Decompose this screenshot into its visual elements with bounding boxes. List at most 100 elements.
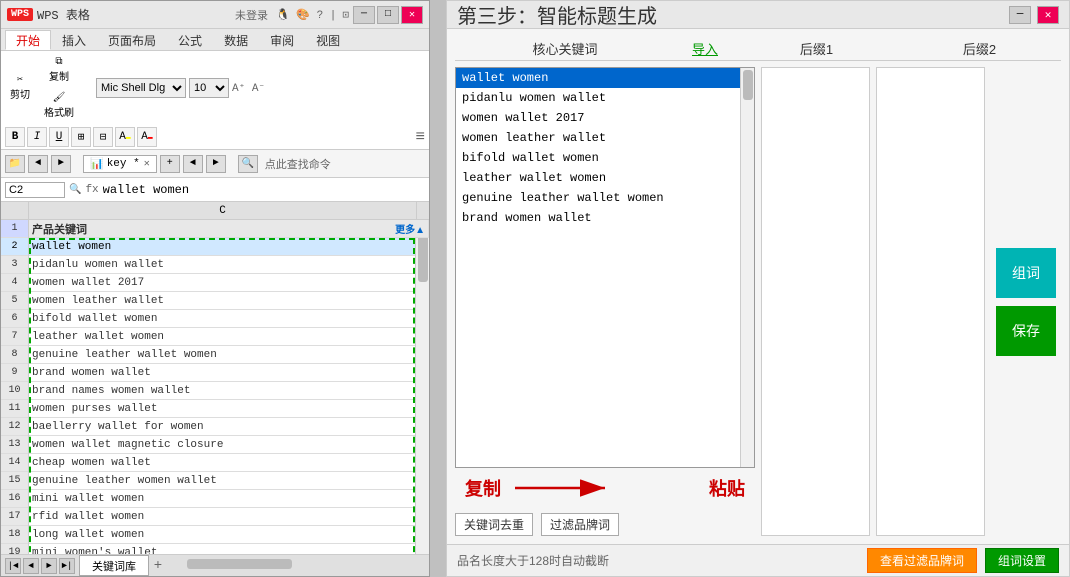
sheet-tab-keywords[interactable]: 关键词库 (79, 555, 149, 576)
data-cell-17[interactable]: rfid wallet women (29, 508, 429, 525)
data-cell-4[interactable]: women wallet 2017 (29, 274, 429, 291)
data-cell-14[interactable]: cheap women wallet (29, 454, 429, 471)
keyword-scrollbar[interactable] (740, 68, 754, 467)
right-minimize-button[interactable]: ─ (1009, 6, 1031, 24)
list-item[interactable]: bifold wallet women (456, 148, 754, 168)
data-cell-13[interactable]: women wallet magnetic closure (29, 436, 429, 453)
add-sheet-btn[interactable]: + (149, 557, 167, 575)
data-cell-12[interactable]: baellerry wallet for women (29, 418, 429, 435)
list-item[interactable]: pidanlu women wallet (456, 88, 754, 108)
table-row[interactable]: baellerry wallet for women (29, 418, 429, 436)
filter-brand-button[interactable]: 过滤品牌词 (541, 513, 619, 536)
table-row[interactable]: pidanlu women wallet (29, 256, 429, 274)
tab-start[interactable]: 开始 (5, 30, 51, 50)
table-row[interactable]: rfid wallet women (29, 508, 429, 526)
table-row[interactable]: mini wallet women (29, 490, 429, 508)
file-close-button[interactable]: ✕ (144, 158, 150, 170)
tab-formula[interactable]: 公式 (167, 30, 213, 50)
data-cell-5[interactable]: women leather wallet (29, 292, 429, 309)
tab-review[interactable]: 审阅 (259, 30, 305, 50)
nav-right-button[interactable]: ► (206, 155, 226, 173)
table-row[interactable]: long wallet women (29, 526, 429, 544)
font-color-button[interactable]: A▬ (137, 127, 157, 147)
table-row[interactable]: mini women's wallet (29, 544, 429, 554)
data-cell-15[interactable]: genuine leather women wallet (29, 472, 429, 489)
close-button[interactable]: ✕ (401, 6, 423, 24)
font-name-select[interactable]: Mic Shell Dlg (96, 78, 186, 98)
sheet-nav-prev[interactable]: ◄ (23, 558, 39, 574)
find-button[interactable]: 🔍 (238, 155, 258, 173)
sheet-nav-last[interactable]: ►| (59, 558, 75, 574)
table-row[interactable]: brand names women wallet (29, 382, 429, 400)
table-row[interactable]: genuine leather wallet women (29, 346, 429, 364)
data-cell-18[interactable]: long wallet women (29, 526, 429, 543)
nav-back-button[interactable]: 📁 (5, 155, 25, 173)
list-item[interactable]: wallet women (456, 68, 754, 88)
suffix2-column[interactable] (876, 67, 985, 536)
font-size-select[interactable]: 10 (189, 78, 229, 98)
sheet-nav-next[interactable]: ► (41, 558, 57, 574)
table-row[interactable]: women purses wallet (29, 400, 429, 418)
italic-button[interactable]: I (27, 127, 47, 147)
data-cell-3[interactable]: pidanlu women wallet (29, 256, 429, 273)
dedup-button[interactable]: 关键词去重 (455, 513, 533, 536)
merge-button[interactable]: ⊟ (93, 127, 113, 147)
data-cell-9[interactable]: brand women wallet (29, 364, 429, 381)
view-filtered-brands-button[interactable]: 查看过滤品牌词 (867, 548, 977, 573)
table-row[interactable]: brand women wallet (29, 364, 429, 382)
import-link[interactable]: 导入 (675, 39, 735, 58)
keyword-scrollbar-thumb[interactable] (743, 70, 753, 100)
table-row[interactable]: 产品关键词 更多▲ (29, 220, 429, 238)
list-item[interactable]: leather wallet women (456, 168, 754, 188)
list-item[interactable]: genuine leather wallet women (456, 188, 754, 208)
nav-next-button[interactable]: ► (51, 155, 71, 173)
save-button[interactable]: 保存 (996, 306, 1056, 356)
group-settings-button[interactable]: 组词设置 (985, 548, 1059, 573)
table-row[interactable]: leather wallet women (29, 328, 429, 346)
list-item[interactable]: brand women wallet (456, 208, 754, 228)
minimize-button[interactable]: ─ (353, 6, 375, 24)
nav-left-button[interactable]: ◄ (183, 155, 203, 173)
table-row[interactable]: women wallet 2017 (29, 274, 429, 292)
table-row[interactable]: women wallet magnetic closure (29, 436, 429, 454)
login-status[interactable]: 未登录 (235, 7, 268, 23)
suffix1-column[interactable] (761, 67, 870, 536)
cut-button[interactable]: ✂ 剪切 (5, 71, 35, 105)
right-close-button[interactable]: ✕ (1037, 6, 1059, 24)
tab-layout[interactable]: 页面布局 (97, 30, 167, 50)
list-item[interactable]: women leather wallet (456, 128, 754, 148)
table-row[interactable]: women leather wallet (29, 292, 429, 310)
table-row[interactable]: cheap women wallet (29, 454, 429, 472)
h-scrollbar-thumb[interactable] (187, 559, 292, 569)
keyword-list[interactable]: wallet women pidanlu women wallet women … (456, 68, 754, 467)
data-cell-11[interactable]: women purses wallet (29, 400, 429, 417)
data-cell-10[interactable]: brand names women wallet (29, 382, 429, 399)
underline-button[interactable]: U (49, 127, 69, 147)
formula-input[interactable] (103, 183, 425, 197)
bold-button[interactable]: B (5, 127, 25, 147)
nav-prev-button[interactable]: ◄ (28, 155, 48, 173)
list-item[interactable]: women wallet 2017 (456, 108, 754, 128)
data-cell-16[interactable]: mini wallet women (29, 490, 429, 507)
border-button[interactable]: ⊞ (71, 127, 91, 147)
table-row[interactable]: wallet women (29, 238, 429, 256)
maximize-button[interactable]: □ (377, 6, 399, 24)
add-sheet-button[interactable]: + (160, 155, 180, 173)
h-scrollbar-area[interactable] (167, 555, 429, 576)
data-cell-19[interactable]: mini women's wallet (29, 544, 429, 554)
data-cell-8[interactable]: genuine leather wallet women (29, 346, 429, 363)
format-brush-button[interactable]: 🖌 格式刷 (39, 89, 79, 123)
fill-color-button[interactable]: A▬ (115, 127, 135, 147)
data-cell-2[interactable]: wallet women (29, 238, 429, 255)
cell-reference[interactable] (5, 182, 65, 198)
more-btn[interactable]: 更多▲ (395, 221, 425, 236)
data-cell-6[interactable]: bifold wallet women (29, 310, 429, 327)
table-row[interactable]: bifold wallet women (29, 310, 429, 328)
data-cell-7[interactable]: leather wallet women (29, 328, 429, 345)
vertical-scrollbar[interactable] (415, 220, 429, 554)
table-row[interactable]: genuine leather women wallet (29, 472, 429, 490)
tab-data[interactable]: 数据 (213, 30, 259, 50)
sheet-nav-first[interactable]: |◄ (5, 558, 21, 574)
tab-view[interactable]: 视图 (305, 30, 351, 50)
group-words-button[interactable]: 组词 (996, 248, 1056, 298)
